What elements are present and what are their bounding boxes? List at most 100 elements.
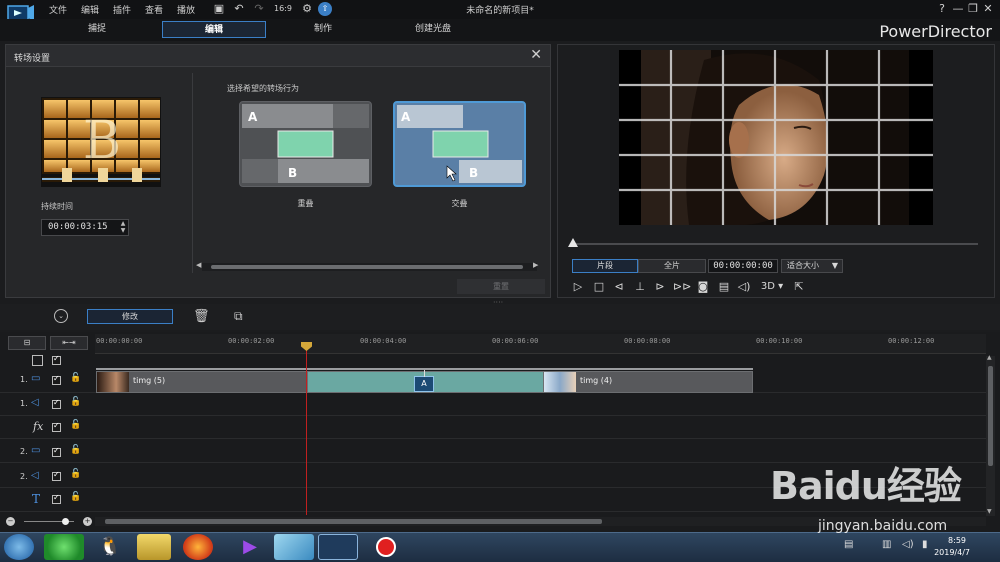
keyboard-icon[interactable]: ▤ bbox=[844, 539, 853, 550]
zoom-slider-knob[interactable] bbox=[62, 518, 69, 525]
scroll-down-icon[interactable]: ▼ bbox=[987, 508, 992, 515]
all-tracks-toggle[interactable] bbox=[32, 355, 43, 366]
menu-edit[interactable]: 编辑 bbox=[81, 3, 99, 16]
splitter-grip-icon[interactable]: ···· bbox=[493, 298, 503, 307]
transition-marker-icon[interactable]: A bbox=[414, 376, 434, 392]
preview-seek-bar[interactable] bbox=[571, 243, 978, 245]
lock-icon[interactable]: 🔓 bbox=[70, 420, 81, 430]
play-icon[interactable]: ▷ bbox=[570, 279, 586, 295]
clip-label: timg (4) bbox=[580, 376, 613, 385]
lock-icon[interactable]: 🔓 bbox=[70, 445, 81, 455]
help-icon[interactable]: ? bbox=[935, 2, 949, 16]
panel-hscroll-thumb[interactable] bbox=[211, 265, 523, 269]
scroll-left-icon[interactable]: ◀ bbox=[196, 261, 201, 269]
clip-mode-button[interactable]: 片段 bbox=[572, 259, 638, 273]
restore-icon[interactable]: ❐ bbox=[966, 2, 980, 16]
preview-timecode[interactable]: 00:00:00:00 bbox=[708, 259, 778, 273]
ruler-tick: 00:00:04:00 bbox=[360, 337, 407, 345]
scroll-right-icon[interactable]: ▶ bbox=[533, 261, 538, 269]
tab-capture[interactable]: 捕捉 bbox=[45, 21, 149, 38]
lock-icon[interactable]: 🔓 bbox=[70, 492, 81, 502]
movie-mode-button[interactable]: 全片 bbox=[638, 259, 706, 273]
lock-icon[interactable]: 🔓 bbox=[70, 469, 81, 479]
clip-thumbnail bbox=[544, 372, 576, 392]
redo-icon[interactable]: ↷ bbox=[252, 2, 266, 16]
undo-icon[interactable]: ↶ bbox=[232, 2, 246, 16]
track-enable-checkbox[interactable] bbox=[52, 374, 61, 385]
close-window-icon[interactable]: ✕ bbox=[981, 2, 995, 16]
more-actions-icon[interactable]: ⧉ bbox=[234, 309, 243, 324]
minimize-icon[interactable]: — bbox=[951, 2, 965, 16]
track-enable-checkbox[interactable] bbox=[52, 446, 61, 457]
stepper-up-icon[interactable]: ▲ bbox=[118, 220, 128, 227]
volume-icon[interactable]: ◁) bbox=[736, 279, 752, 295]
timeline-vscroll-thumb[interactable] bbox=[988, 366, 993, 466]
clock-time[interactable]: 8:59 bbox=[948, 536, 966, 545]
mark-icon[interactable]: ⊥ bbox=[632, 279, 648, 295]
delete-trash-icon[interactable]: 🗑 bbox=[193, 309, 210, 324]
menu-view[interactable]: 查看 bbox=[145, 3, 163, 16]
taskbar-app-icon[interactable] bbox=[274, 534, 314, 560]
snapshot-camera-icon[interactable]: ◙ bbox=[695, 279, 711, 295]
fast-forward-icon[interactable]: ⊳⊳ bbox=[673, 279, 691, 295]
menu-plugins[interactable]: 插件 bbox=[113, 3, 131, 16]
windows-start-button[interactable] bbox=[4, 534, 34, 560]
transition-center-line bbox=[424, 369, 425, 377]
tray-icon[interactable]: ▮ bbox=[922, 539, 928, 550]
timeline-hscroll-thumb[interactable] bbox=[105, 519, 602, 524]
duration-stepper[interactable]: ▲ ▼ bbox=[118, 220, 128, 235]
3d-mode-button[interactable]: 3D ▾ bbox=[758, 279, 786, 295]
stepper-down-icon[interactable]: ▼ bbox=[118, 227, 128, 234]
baidu-watermark: Baidu经验 bbox=[770, 464, 962, 508]
lock-icon[interactable]: 🔓 bbox=[70, 397, 81, 407]
settings-gear-icon[interactable]: ⚙ bbox=[300, 2, 314, 16]
zoom-out-icon[interactable]: − bbox=[6, 517, 15, 526]
transition-thumbnail: B bbox=[41, 97, 161, 187]
taskbar-app-icon[interactable] bbox=[44, 534, 84, 560]
preview-seek-knob[interactable] bbox=[568, 238, 578, 247]
behavior-option-cross[interactable]: A B bbox=[393, 101, 526, 187]
menu-file[interactable]: 文件 bbox=[49, 3, 67, 16]
close-icon[interactable]: ✕ bbox=[530, 47, 542, 63]
fit-timeline-icon[interactable]: ⇤⇥ bbox=[50, 336, 88, 350]
zoom-fit-select[interactable]: 适合大小 ▼ bbox=[781, 259, 843, 273]
all-tracks-checkbox[interactable] bbox=[52, 354, 61, 365]
track-enable-checkbox[interactable] bbox=[52, 493, 61, 504]
tab-create-disc[interactable]: 创建光盘 bbox=[381, 21, 485, 38]
next-frame-icon[interactable]: ⊳ bbox=[652, 279, 668, 295]
zoom-in-icon[interactable]: + bbox=[83, 517, 92, 526]
menu-play[interactable]: 播放 bbox=[177, 3, 195, 16]
stop-icon[interactable]: □ bbox=[591, 279, 607, 295]
ruler-tick: 00:00:12:00 bbox=[888, 337, 935, 345]
scroll-up-icon[interactable]: ▲ bbox=[987, 354, 992, 361]
tab-edit[interactable]: 编辑 bbox=[162, 21, 266, 38]
previous-frame-icon[interactable]: ⊲ bbox=[611, 279, 627, 295]
volume-tray-icon[interactable]: ◁) bbox=[902, 539, 914, 550]
network-icon[interactable]: ▥ bbox=[882, 539, 891, 550]
firefox-icon[interactable] bbox=[183, 534, 213, 560]
undock-icon[interactable]: ⇱ bbox=[791, 279, 807, 295]
subtitle-icon[interactable]: ▤ bbox=[716, 279, 732, 295]
powerdirector-taskbar-icon[interactable] bbox=[318, 534, 358, 560]
modify-button[interactable]: 修改 bbox=[87, 309, 173, 324]
track-manager-icon[interactable]: ⊟ bbox=[8, 336, 46, 350]
lock-icon[interactable]: 🔓 bbox=[70, 373, 81, 383]
record-icon[interactable] bbox=[366, 534, 406, 560]
reset-button[interactable]: 重置 bbox=[457, 279, 545, 294]
behavior-option-overlap[interactable]: A B bbox=[239, 101, 372, 187]
duration-input[interactable]: 00:00:03:15 bbox=[41, 219, 129, 236]
file-explorer-icon[interactable] bbox=[137, 534, 171, 560]
qq-icon[interactable]: 🐧 bbox=[90, 534, 130, 560]
clock-date[interactable]: 2019/4/7 bbox=[934, 548, 970, 557]
tab-produce[interactable]: 制作 bbox=[271, 21, 375, 38]
track-enable-checkbox[interactable] bbox=[52, 470, 61, 481]
aspect-ratio-icon[interactable]: 16:9 bbox=[272, 2, 294, 16]
save-icon[interactable]: ▣ bbox=[212, 2, 226, 16]
expand-menu-icon[interactable]: ⌄ bbox=[54, 309, 68, 323]
taskbar-app-icon[interactable]: ▶ bbox=[230, 534, 270, 560]
behavior-label: 选择希望的转场行为 bbox=[227, 84, 299, 93]
track-enable-checkbox[interactable] bbox=[52, 398, 61, 409]
update-icon[interactable]: ⇧ bbox=[318, 2, 332, 16]
track-enable-checkbox[interactable] bbox=[52, 421, 61, 432]
track-row bbox=[0, 416, 986, 439]
